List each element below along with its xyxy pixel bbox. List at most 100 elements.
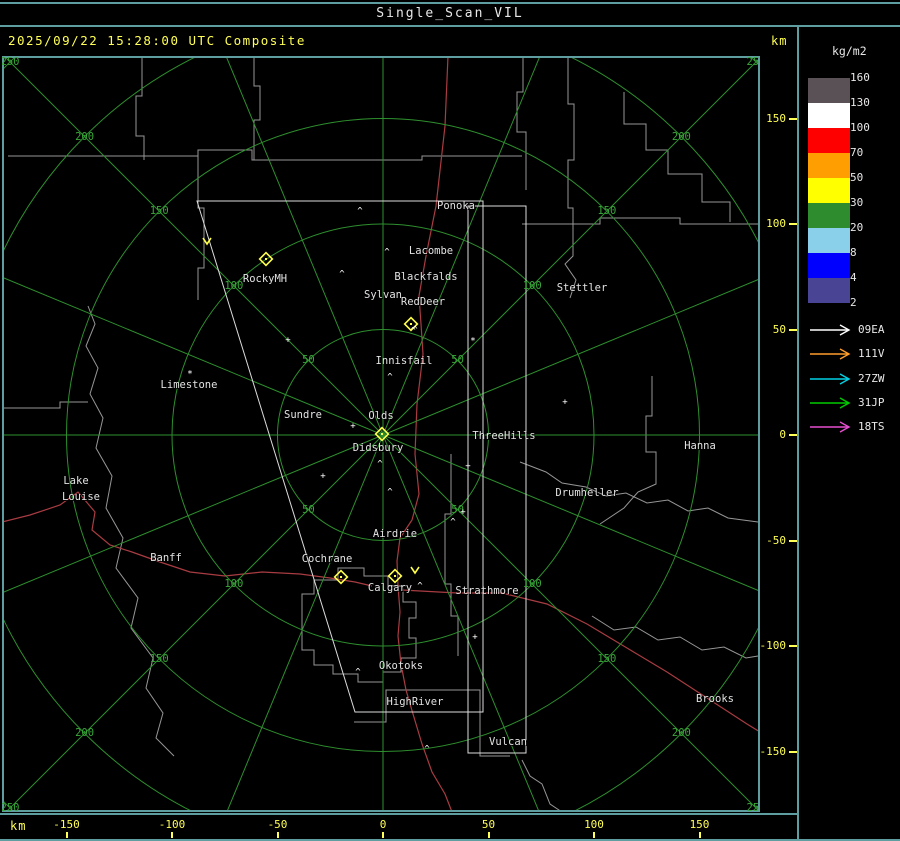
ring-distance-label: 150: [597, 205, 617, 218]
city-label: Lacombe: [408, 245, 454, 257]
x-axis-tick-mark: [65, 832, 68, 838]
scale-unit-label: kg/m2: [832, 44, 867, 58]
x-axis-tick-label: -50: [267, 818, 288, 831]
scale-value-label: 20: [850, 221, 864, 234]
y-axis-tick-label: -100: [759, 639, 787, 652]
radar-arrow-icon: [810, 397, 851, 409]
y-axis-tick-mark: [789, 434, 797, 436]
scale-swatch: [808, 178, 850, 203]
bottom-bar-line: [0, 813, 798, 815]
map-canvas: 50 50 50 50 100 100 100 100 150 150 150 150 200 200 20…: [2, 56, 760, 812]
town-marker: +: [472, 632, 478, 643]
x-axis-tick-label: -150: [53, 818, 80, 831]
town-marker: ^: [339, 269, 345, 280]
scale-value-label: 4: [850, 271, 857, 284]
ring-distance-label: 150: [149, 652, 169, 665]
scale-value-label: 130: [850, 96, 870, 109]
x-axis-tick-label: 50: [481, 818, 496, 831]
city-label: Lake: [63, 475, 89, 487]
ring-distance-label: 250: [746, 801, 761, 812]
y-axis-tick-label: -150: [759, 744, 787, 758]
y-axis-tick-mark: [789, 223, 797, 225]
town-marker: +: [350, 421, 356, 432]
town-marker: *: [470, 336, 476, 347]
y-axis-tick-mark: [789, 328, 797, 331]
ring-distance-label: 100: [224, 279, 244, 292]
city-label: Louise: [62, 491, 100, 503]
scale-swatch: [808, 153, 850, 178]
y-axis-tick-label: 0: [779, 428, 786, 441]
scale-swatch: [808, 278, 850, 303]
x-axis-tick-mark: [487, 832, 490, 838]
radar-viewer-window: Single_Scan_VIL 2025/09/22 15:28:00 UTC …: [0, 0, 900, 841]
ring-distance-label: 50: [302, 354, 315, 367]
city-label: Hanna: [684, 440, 716, 452]
x-axis-tick-mark: [382, 832, 384, 838]
scale-value-label: 30: [850, 196, 864, 209]
city-label: Innisfail: [375, 355, 433, 367]
ring-distance-label: 150: [149, 205, 169, 218]
town-marker: ^: [387, 487, 393, 498]
town-marker: ^: [412, 325, 418, 336]
radar-arrow-icon: [810, 324, 851, 336]
x-axis-tick-label: 150: [689, 818, 710, 831]
city-label: Banff: [150, 552, 182, 564]
ring-distance-label: 200: [671, 727, 691, 740]
scale-swatch: [808, 253, 850, 278]
ring-distance-label: 150: [597, 652, 617, 665]
city-label: Strathmore: [455, 585, 519, 597]
city-label: Airdrie: [372, 528, 418, 540]
y-axis-unit-label: km: [771, 34, 788, 48]
city-label: Sundre: [284, 409, 322, 421]
map-label-layer: 50 50 50 50 100 100 100 100 150 150 150 150 200 200 20…: [2, 56, 760, 812]
y-axis-tick-mark: [789, 539, 797, 542]
scale-value-label: 50: [850, 171, 864, 184]
town-marker: +: [465, 461, 471, 472]
town-marker: +: [285, 335, 291, 346]
town-marker: ^: [387, 372, 393, 383]
scale-value-label: 100: [850, 121, 870, 134]
town-marker: ^: [384, 247, 390, 258]
frame-line-under-title: [0, 25, 900, 27]
x-axis-tick-mark: [171, 832, 173, 838]
ring-distance-label: 50: [302, 503, 315, 516]
city-label: Drumheller: [555, 487, 619, 499]
town-marker: ^: [417, 581, 423, 592]
y-axis-tick-mark: [789, 750, 797, 753]
x-axis-tick-label: -100: [158, 818, 186, 831]
city-label: Limestone: [160, 379, 218, 391]
y-axis-tick-label: -50: [766, 533, 786, 547]
city-label: Brooks: [696, 693, 734, 705]
scale-value-label: 2: [850, 296, 857, 309]
timestamp-label: 2025/09/22 15:28:00 UTC Composite: [8, 33, 306, 48]
ring-distance-label: 100: [522, 279, 542, 292]
x-axis-tick-label: 100: [584, 818, 604, 831]
legend-panel: kg/m2 160 130 100 70 50 30 20 8 4 2 09EA 111V 27ZW 31…: [798, 0, 900, 841]
x-axis-tick-mark: [698, 832, 701, 838]
y-axis-tick-label: 50: [772, 322, 786, 336]
ring-distance-label: 200: [671, 130, 691, 143]
town-marker: ^: [424, 744, 430, 755]
radar-id-label: 27ZW: [858, 371, 885, 385]
radar-arrow-icon: [810, 348, 851, 360]
y-axis-tick-mark: [789, 117, 797, 120]
radar-arrow-icon: [810, 372, 851, 385]
city-label: RockyMH: [242, 273, 288, 285]
x-axis-tick-mark: [276, 832, 279, 838]
scale-swatch: [808, 128, 850, 153]
town-marker: ^: [377, 459, 383, 470]
ring-distance-label: 100: [224, 578, 244, 591]
ring-distance-label: 200: [75, 130, 95, 143]
city-label: Ponoka: [437, 200, 475, 212]
radar-id-label: 111V: [858, 347, 885, 361]
scale-swatch: [808, 228, 850, 253]
scale-value-label: 70: [850, 146, 864, 159]
town-marker: +: [460, 507, 466, 518]
y-axis-tick-label: 100: [766, 217, 786, 230]
scale-swatch: [808, 103, 850, 128]
town-marker: *: [187, 369, 193, 380]
radar-id-label: 09EA: [858, 323, 885, 336]
city-label: Okotoks: [378, 660, 424, 672]
scale-swatch: [808, 78, 850, 103]
town-marker: ^: [357, 206, 363, 217]
